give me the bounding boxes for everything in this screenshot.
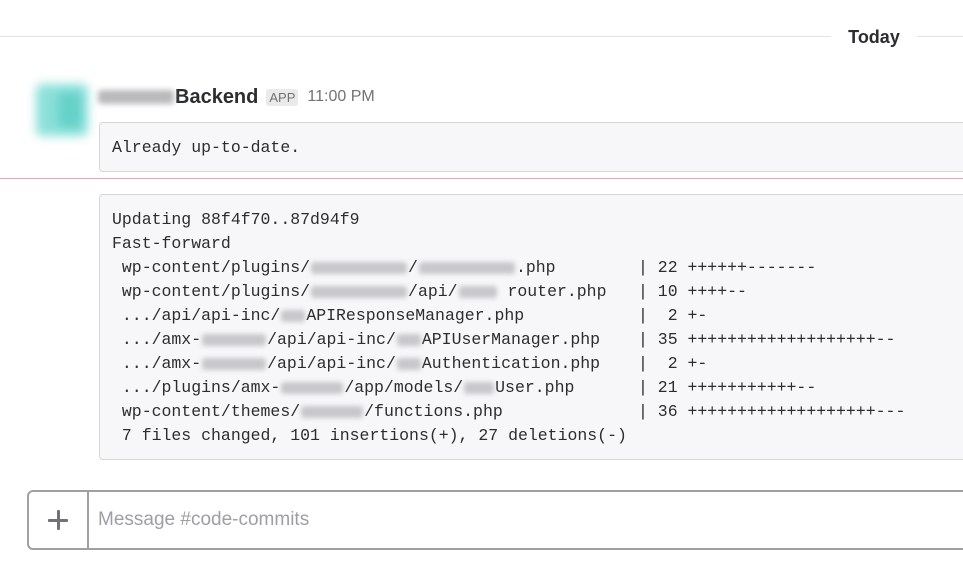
- app-badge: APP: [266, 88, 299, 106]
- code-block-second: Updating 88f4f70..87d94f9 Fast-forward w…: [99, 194, 963, 460]
- change-stat: | 21 +++++++++++--: [638, 378, 817, 397]
- change-stat: | 2 +-: [638, 354, 708, 373]
- path-segment: User.php: [495, 378, 575, 397]
- code-line: Already up-to-date.: [112, 138, 301, 157]
- file-stat-line: wp-content/plugins/ /api/ router.php | 10 …: [112, 280, 963, 304]
- code-block-first: Already up-to-date.: [99, 122, 963, 172]
- path-segment: APIUserManager.php: [421, 330, 601, 349]
- redacted-sender-prefix: [98, 90, 174, 104]
- path-segment: .../plugins/amx-: [112, 378, 281, 397]
- file-stat-line: wp-content/plugins/ / .php | 22 ++++++-----…: [112, 256, 963, 280]
- path-segment: /api/: [408, 282, 458, 301]
- message-timestamp[interactable]: 11:00 PM: [307, 88, 374, 106]
- path-segment: /functions.php: [364, 402, 503, 421]
- redacted-text: [418, 261, 515, 274]
- file-stat-line: .../api/api-inc/APIResponseManager.php | …: [112, 304, 963, 328]
- redacted-text: [458, 285, 497, 298]
- redacted-text: [311, 261, 408, 274]
- path-segment: /app/models/: [344, 378, 464, 397]
- day-divider: [0, 36, 963, 37]
- file-stat-line: wp-content/themes/ /functions.php | 36 +++…: [112, 400, 963, 424]
- day-label: Today: [831, 24, 917, 50]
- sender-name[interactable]: Backend: [175, 86, 258, 109]
- avatar[interactable]: [36, 84, 88, 136]
- message-header: Backend APP 11:00 PM: [98, 84, 375, 110]
- path-segment: .../api/api-inc/: [112, 306, 281, 325]
- change-stat: | 10 ++++--: [638, 282, 747, 301]
- plus-icon: [48, 510, 68, 530]
- redacted-text: [281, 381, 344, 394]
- path-segment: /api/api-inc/: [267, 354, 396, 373]
- new-messages-divider: [0, 178, 963, 179]
- change-stat: | 35 +++++++++++++++++++--: [638, 330, 896, 349]
- path-segment: wp-content/plugins/: [112, 258, 311, 277]
- redacted-text: [301, 405, 364, 418]
- redacted-text: [202, 333, 267, 346]
- code-line: Fast-forward: [112, 234, 231, 253]
- redacted-text: [396, 357, 421, 370]
- code-line: 7 files changed, 101 insertions(+), 27 d…: [112, 426, 627, 445]
- path-segment: wp-content/plugins/: [112, 282, 311, 301]
- file-stat-line: .../plugins/amx- /app/models/User.php | 21…: [112, 376, 963, 400]
- path-segment: wp-content/themes/: [112, 402, 301, 421]
- path-segment: .../amx-: [112, 354, 202, 373]
- redacted-text: [396, 333, 421, 346]
- path-segment: APIResponseManager.php: [306, 306, 525, 325]
- attach-button[interactable]: [29, 492, 89, 548]
- redacted-text: [464, 381, 495, 394]
- path-segment: .../amx-: [112, 330, 202, 349]
- change-stat: | 2 +-: [638, 306, 708, 325]
- path-segment: /: [408, 258, 418, 277]
- path-segment: .php: [515, 258, 556, 277]
- channel-view: Today Backend APP 11:00 PM Already up-to…: [0, 0, 963, 574]
- path-segment: /api/api-inc/: [267, 330, 396, 349]
- message-composer: [27, 490, 963, 550]
- path-segment: Authentication.php: [421, 354, 601, 373]
- path-segment: router.php: [497, 282, 607, 301]
- change-stat: | 36 +++++++++++++++++++---: [638, 402, 906, 421]
- redacted-text: [311, 285, 408, 298]
- file-stat-line: .../amx- /api/api-inc/APIUserManager.php |…: [112, 328, 963, 352]
- message-input[interactable]: [89, 492, 963, 548]
- file-stat-line: .../amx- /api/api-inc/Authentication.php |…: [112, 352, 963, 376]
- change-stat: | 22 ++++++-------: [638, 258, 817, 277]
- redacted-text: [281, 309, 306, 322]
- code-line: Updating 88f4f70..87d94f9: [112, 210, 360, 229]
- redacted-text: [202, 357, 267, 370]
